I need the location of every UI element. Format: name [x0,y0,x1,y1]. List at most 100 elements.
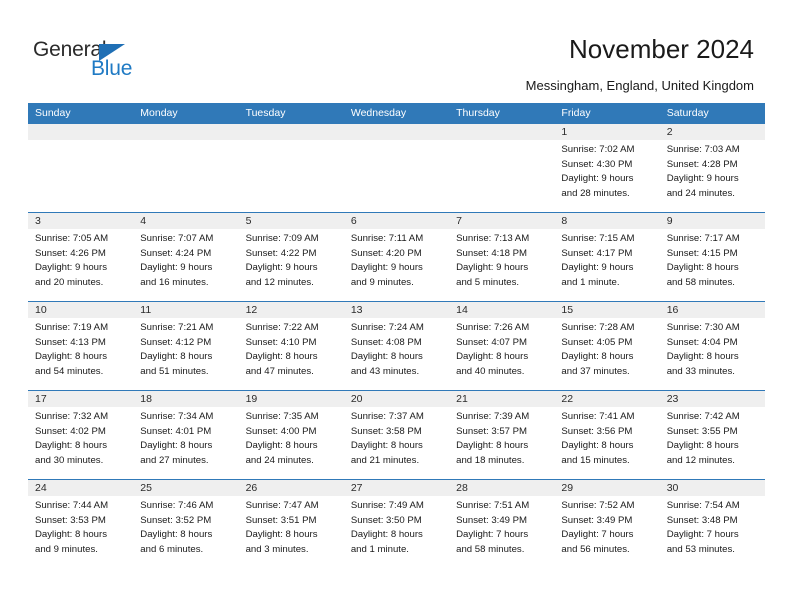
day-number: 25 [133,480,239,496]
day-detail-line: Daylight: 8 hours [561,440,634,451]
day-details: Sunrise: 7:52 AM Sunset: 3:49 PM Daylight:… [554,496,659,557]
day-detail-line: Sunrise: 7:35 AM [245,411,319,422]
day-detail-line: Daylight: 9 hours [561,262,634,273]
day-cell-17[interactable]: 17 Sunrise: 7:32 AM Sunset: 4:02 PM Dayligh… [28,391,134,479]
day-detail-line: Daylight: 8 hours [666,351,739,362]
day-number: 7 [449,213,555,229]
day-cell-empty [449,124,555,212]
day-cell-13[interactable]: 13 Sunrise: 7:24 AM Sunset: 4:08 PM Dayligh… [343,302,450,390]
day-detail-line: and 28 minutes. [561,187,630,199]
day-detail-line: Sunrise: 7:37 AM [350,411,424,422]
day-cell-21[interactable]: 21 Sunrise: 7:39 AM Sunset: 3:57 PM Dayligh… [449,391,555,479]
day-detail-line: Sunrise: 7:13 AM [456,233,530,244]
day-detail-line: Sunrise: 7:15 AM [561,233,635,244]
day-detail-line: Sunset: 4:05 PM [561,336,633,348]
day-cell-14[interactable]: 14 Sunrise: 7:26 AM Sunset: 4:07 PM Dayligh… [449,302,555,390]
day-details: Sunrise: 7:26 AM Sunset: 4:07 PM Daylight:… [449,318,554,379]
day-number: 16 [659,302,765,318]
day-cell-19[interactable]: 19 Sunrise: 7:35 AM Sunset: 4:00 PM Dayligh… [238,391,344,479]
day-cell-7[interactable]: 7 Sunrise: 7:13 AM Sunset: 4:18 PM Daylight… [449,213,555,301]
day-cell-29[interactable]: 29 Sunrise: 7:52 AM Sunset: 3:49 PM Dayligh… [554,480,660,568]
day-cell-5[interactable]: 5 Sunrise: 7:09 AM Sunset: 4:22 PM Daylight… [238,213,344,301]
day-cell-15[interactable]: 15 Sunrise: 7:28 AM Sunset: 4:05 PM Dayligh… [554,302,660,390]
day-detail-line: Sunrise: 7:47 AM [245,500,319,511]
day-number: 14 [449,302,555,318]
day-detail-line: Sunset: 4:22 PM [245,247,317,259]
calendar-week-row: 10 Sunrise: 7:19 AM Sunset: 4:13 PM Dayligh… [28,301,765,390]
day-cell-2[interactable]: 2 Sunrise: 7:03 AM Sunset: 4:28 PM Daylight… [659,124,765,212]
day-cell-26[interactable]: 26 Sunrise: 7:47 AM Sunset: 3:51 PM Dayligh… [238,480,344,568]
day-details: Sunrise: 7:07 AM Sunset: 4:24 PM Daylight:… [133,229,238,290]
weekday-header-sunday: Sunday [35,107,71,119]
day-cell-3[interactable]: 3 Sunrise: 7:05 AM Sunset: 4:26 PM Daylight… [28,213,134,301]
day-cell-28[interactable]: 28 Sunrise: 7:51 AM Sunset: 3:49 PM Dayligh… [449,480,555,568]
weekday-header-row: Sunday Monday Tuesday Wednesday Thursday Frid… [28,103,765,123]
day-cell-27[interactable]: 27 Sunrise: 7:49 AM Sunset: 3:50 PM Dayligh… [343,480,450,568]
day-detail-line: and 5 minutes. [456,276,520,288]
day-detail-line: Sunrise: 7:34 AM [140,411,214,422]
weekday-header-tuesday: Tuesday [245,107,286,119]
day-detail-line: Sunset: 4:30 PM [561,158,633,170]
day-details: Sunrise: 7:03 AM Sunset: 4:28 PM Daylight:… [660,140,765,201]
day-cell-30[interactable]: 30 Sunrise: 7:54 AM Sunset: 3:48 PM Dayligh… [659,480,765,568]
day-detail-line: and 30 minutes. [35,454,104,466]
day-cell-10[interactable]: 10 Sunrise: 7:19 AM Sunset: 4:13 PM Dayligh… [28,302,134,390]
day-number: 2 [659,124,765,140]
day-cell-20[interactable]: 20 Sunrise: 7:37 AM Sunset: 3:58 PM Dayligh… [343,391,450,479]
day-cell-11[interactable]: 11 Sunrise: 7:21 AM Sunset: 4:12 PM Dayligh… [133,302,239,390]
day-cell-4[interactable]: 4 Sunrise: 7:07 AM Sunset: 4:24 PM Daylight… [133,213,239,301]
day-detail-line: Sunset: 4:02 PM [35,425,106,437]
day-number: 22 [554,391,660,407]
day-detail-line: Sunrise: 7:05 AM [35,233,109,244]
day-detail-line: and 54 minutes. [35,365,104,377]
day-detail-line: Sunset: 4:26 PM [35,247,106,259]
day-cell-1[interactable]: 1 Sunrise: 7:02 AM Sunset: 4:30 PM Daylight… [554,124,660,212]
day-detail-line: Sunrise: 7:41 AM [561,411,635,422]
day-detail-line: and 43 minutes. [350,365,420,377]
day-cell-18[interactable]: 18 Sunrise: 7:34 AM Sunset: 4:01 PM Dayligh… [133,391,239,479]
day-number: 15 [554,302,660,318]
day-detail-line: Daylight: 8 hours [350,351,423,362]
calendar-week-row: 1 Sunrise: 7:02 AM Sunset: 4:30 PM Daylight… [28,123,765,212]
day-cell-empty [238,124,344,212]
day-detail-line: Sunset: 4:01 PM [140,425,212,437]
weekday-header-monday: Monday [140,107,178,119]
day-detail-line: and 24 minutes. [245,454,314,466]
day-detail-line: and 21 minutes. [350,454,420,466]
day-detail-line: Sunrise: 7:02 AM [561,144,635,155]
day-detail-line: and 58 minutes. [666,276,735,288]
day-detail-line: and 12 minutes. [245,276,314,288]
day-detail-line: Daylight: 9 hours [666,173,739,184]
day-cell-23[interactable]: 23 Sunrise: 7:42 AM Sunset: 3:55 PM Dayligh… [659,391,765,479]
day-detail-line: and 16 minutes. [140,276,209,288]
calendar-page: General Blue November 2024 Messingham, E… [0,0,792,612]
day-cell-25[interactable]: 25 Sunrise: 7:46 AM Sunset: 3:52 PM Dayligh… [133,480,239,568]
day-cell-24[interactable]: 24 Sunrise: 7:44 AM Sunset: 3:53 PM Dayligh… [28,480,134,568]
day-detail-line: Daylight: 7 hours [456,529,529,540]
weekday-header-thursday: Thursday [456,107,500,119]
day-number: 30 [659,480,765,496]
day-details: Sunrise: 7:24 AM Sunset: 4:08 PM Daylight:… [344,318,449,379]
day-detail-line: Sunset: 4:13 PM [35,336,106,348]
day-cell-6[interactable]: 6 Sunrise: 7:11 AM Sunset: 4:20 PM Daylight… [343,213,450,301]
day-detail-line: Sunrise: 7:46 AM [140,500,214,511]
day-detail-line: and 1 minute. [350,543,409,555]
day-number: 18 [133,391,239,407]
day-detail-line: Daylight: 8 hours [35,440,107,451]
day-detail-line: Sunrise: 7:03 AM [666,144,740,155]
day-cell-22[interactable]: 22 Sunrise: 7:41 AM Sunset: 3:56 PM Dayligh… [554,391,660,479]
day-detail-line: and 51 minutes. [140,365,209,377]
day-detail-line: and 3 minutes. [245,543,309,555]
day-detail-line: Sunset: 3:55 PM [666,425,738,437]
day-detail-line: Sunset: 4:20 PM [350,247,422,259]
day-cell-9[interactable]: 9 Sunrise: 7:17 AM Sunset: 4:15 PM Daylight… [659,213,765,301]
day-detail-line: and 15 minutes. [561,454,630,466]
day-detail-line: Daylight: 7 hours [561,529,634,540]
day-detail-line: Sunset: 4:18 PM [456,247,528,259]
day-cell-8[interactable]: 8 Sunrise: 7:15 AM Sunset: 4:17 PM Daylight… [554,213,660,301]
day-cell-16[interactable]: 16 Sunrise: 7:30 AM Sunset: 4:04 PM Dayligh… [659,302,765,390]
day-detail-line: Sunset: 3:52 PM [140,514,212,526]
day-detail-line: Daylight: 9 hours [456,262,529,273]
calendar-table: Sunday Monday Tuesday Wednesday Thursday Frid… [28,103,765,568]
day-cell-12[interactable]: 12 Sunrise: 7:22 AM Sunset: 4:10 PM Dayligh… [238,302,344,390]
